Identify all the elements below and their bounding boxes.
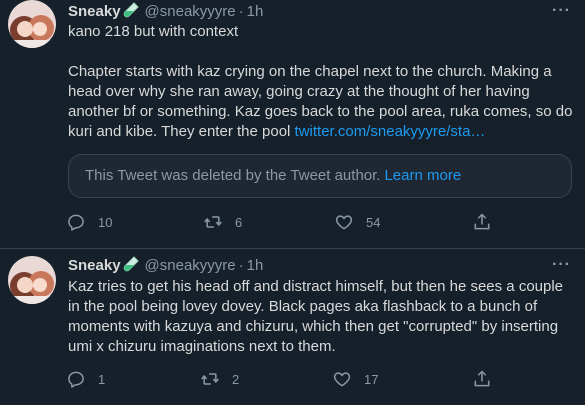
tweet-text-lead: kano 218 but with context	[68, 23, 239, 40]
tweet-link[interactable]: twitter.com/sneakyyyre/sta…	[295, 123, 486, 140]
reply-button[interactable]: 10	[66, 211, 112, 233]
like-count: 54	[366, 214, 381, 230]
avatar[interactable]	[8, 0, 56, 48]
tweet-text: Kaz tries to get his head off and distra…	[68, 277, 578, 357]
retweet-count: 2	[232, 371, 240, 387]
timestamp[interactable]: 1h	[247, 257, 264, 274]
test-tube-icon	[123, 256, 139, 276]
heart-icon	[333, 372, 351, 387]
deleted-quote-card: This Tweet was deleted by the Tweet auth…	[68, 154, 572, 198]
author-handle[interactable]: @sneakyyyre	[145, 257, 236, 274]
tweet[interactable]: Sneaky @sneakyyyre · 1h ··· Kaz tries to ge…	[0, 248, 585, 405]
test-tube-icon	[123, 2, 139, 22]
share-icon	[474, 213, 490, 230]
like-button[interactable]: 54	[334, 211, 380, 233]
tweet-actions: 1 2 17	[66, 368, 506, 390]
tweet-text: kano 218 but with context Chapter starts…	[68, 22, 578, 142]
reply-count: 10	[98, 214, 113, 230]
share-icon	[474, 370, 490, 387]
retweet-icon	[204, 216, 222, 228]
more-options-icon[interactable]: ···	[552, 256, 571, 274]
retweet-count: 6	[235, 214, 243, 230]
share-button[interactable]	[472, 368, 504, 390]
share-button[interactable]	[472, 211, 504, 233]
retweet-button[interactable]: 6	[203, 211, 242, 233]
author-name[interactable]: Sneaky	[68, 3, 121, 20]
retweet-button[interactable]: 2	[200, 368, 239, 390]
retweet-icon	[201, 373, 219, 385]
tweet-text-body: Kaz tries to get his head off and distra…	[68, 278, 564, 355]
separator: ·	[238, 3, 244, 20]
like-button[interactable]: 17	[332, 368, 378, 390]
tweet[interactable]: Sneaky @sneakyyyre · 1h ··· kano 218 but wi…	[0, 0, 585, 248]
like-count: 17	[364, 371, 379, 387]
avatar[interactable]	[8, 256, 56, 304]
heart-icon	[335, 215, 353, 230]
deleted-message: This Tweet was deleted by the Tweet auth…	[85, 167, 381, 184]
author-handle[interactable]: @sneakyyyre	[145, 3, 236, 20]
separator: ·	[238, 257, 244, 274]
reply-button[interactable]: 1	[66, 368, 105, 390]
more-options-icon[interactable]: ···	[552, 2, 571, 20]
reply-icon	[68, 214, 84, 231]
tweet-header: Sneaky @sneakyyyre · 1h	[68, 2, 263, 22]
author-name[interactable]: Sneaky	[68, 257, 121, 274]
learn-more-link[interactable]: Learn more	[384, 167, 461, 184]
timestamp[interactable]: 1h	[247, 3, 264, 20]
avatar-image	[8, 0, 56, 48]
avatar-image	[8, 256, 56, 304]
tweet-actions: 10 6 54	[66, 211, 506, 233]
reply-count: 1	[98, 371, 106, 387]
tweet-header: Sneaky @sneakyyyre · 1h	[68, 256, 263, 276]
tweet-text-body: Chapter starts with kaz crying on the ch…	[68, 62, 578, 142]
reply-icon	[68, 371, 84, 388]
